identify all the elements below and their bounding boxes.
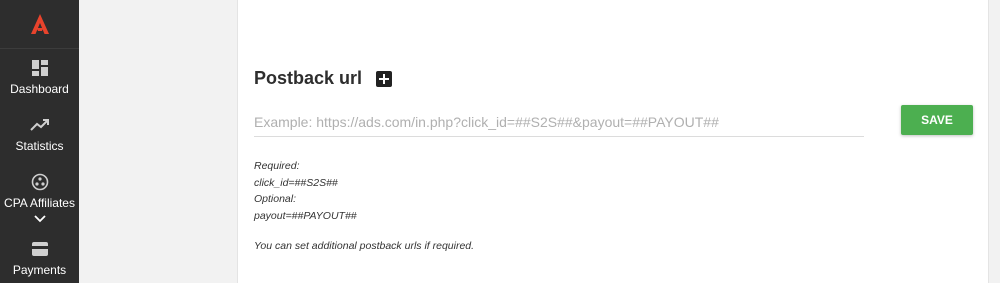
sidebar-item-label: Payments [12,263,67,277]
chevron-down-icon[interactable] [33,212,46,226]
dashboard-icon [31,58,49,78]
brand-a-logo-icon [30,14,49,34]
save-button[interactable]: SAVE [901,105,973,135]
required-label: Required: [254,160,300,172]
sidebar: Dashboard Statistics CPA Affiliates Paym… [0,0,79,283]
additional-urls-note: You can set additional postback urls if … [254,240,475,252]
sidebar-item-payments[interactable]: Payments [0,239,79,277]
required-value: click_id=##S2S## [254,176,338,189]
optional-value: payout=##PAYOUT## [254,209,357,222]
page-title: Postback url [254,68,363,88]
sidebar-item-cpa-affiliates[interactable]: CPA Affiliates [0,172,79,226]
optional-label: Optional: [254,193,297,205]
brand-logo[interactable] [0,0,79,49]
help-text: Required: click_id=##S2S## Optional: pay… [254,158,474,255]
trending-up-icon [29,115,50,135]
sidebar-item-label: CPA Affiliates [4,196,75,210]
plus-icon [379,73,390,84]
postback-url-input[interactable] [254,108,864,137]
add-postback-button[interactable] [376,70,393,87]
sidebar-item-dashboard[interactable]: Dashboard [0,58,79,96]
sidebar-item-label: Dashboard [10,82,69,96]
affiliates-icon [31,172,49,192]
postback-card: Postback url SAVE Required: click_id=##S… [237,0,989,283]
credit-card-icon [31,239,49,259]
sidebar-item-label: Statistics [15,139,64,153]
title-row: Postback url [254,68,393,89]
sidebar-item-statistics[interactable]: Statistics [0,115,79,153]
